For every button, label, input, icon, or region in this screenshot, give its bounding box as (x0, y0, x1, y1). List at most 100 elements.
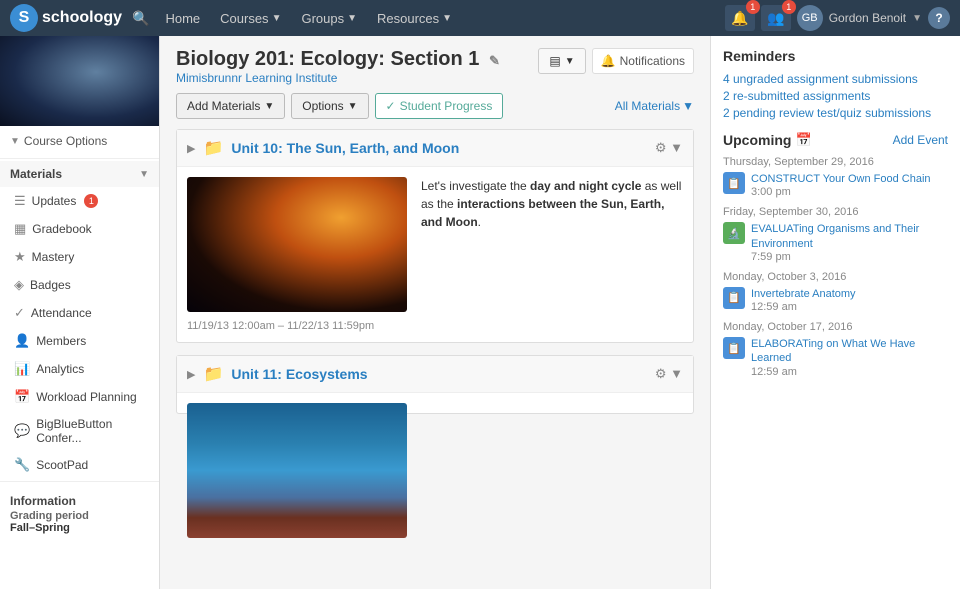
updates-badge: 1 (84, 194, 98, 208)
options-caret: ▼ (348, 101, 358, 112)
unit-10-image-visual (187, 177, 407, 312)
materials-heading[interactable]: Materials ▼ (0, 161, 159, 187)
sidebar-item-badges[interactable]: ◈ Badges (0, 271, 159, 299)
sidebar-item-bigbluebutton[interactable]: 💬 BigBlueButton Confer... (0, 411, 159, 451)
unit-11-settings-icon[interactable]: ⚙ ▼ (655, 366, 683, 382)
page-body: ▼ Course Options Materials ▼ ☰ Updates 1… (0, 36, 960, 589)
course-title-block: Biology 201: Ecology: Section 1 ✎ Mimisb… (176, 48, 500, 85)
event-item-elaborating: 📋 ELABORATing on What We Have Learned 12… (723, 337, 948, 378)
reminder-link-2[interactable]: 2 pending review test/quiz submissions (723, 106, 948, 120)
sidebar-item-analytics[interactable]: 📊 Analytics (0, 355, 159, 383)
unit-10-folder-icon: 📁 (203, 138, 223, 158)
sidebar-divider-1 (0, 158, 159, 159)
sidebar-item-label-bigblue: BigBlueButton Confer... (36, 417, 149, 445)
top-navigation: S schoology 🔍 Home Courses ▼ Groups ▼ Re… (0, 0, 960, 36)
unit-10-image (187, 177, 407, 312)
sidebar-item-gradebook[interactable]: ▦ Gradebook (0, 215, 159, 243)
add-materials-button[interactable]: Add Materials ▼ (176, 93, 285, 119)
banner-image (0, 36, 160, 126)
upcoming-title: Upcoming 📅 (723, 132, 812, 148)
add-event-link[interactable]: Add Event (893, 133, 948, 147)
sidebar-item-label-mastery: Mastery (32, 250, 75, 264)
event-date-oct3: Monday, October 3, 2016 (723, 271, 948, 283)
upcoming-header: Upcoming 📅 Add Event (723, 132, 948, 148)
sidebar-divider-2 (0, 481, 159, 482)
user-avatar[interactable]: GB (797, 5, 823, 31)
reminders-heading: Reminders (723, 48, 948, 64)
sidebar-item-label-badges: Badges (30, 278, 71, 292)
sidebar-item-label-attendance: Attendance (31, 306, 92, 320)
help-button[interactable]: ? (928, 7, 950, 29)
add-materials-caret: ▼ (264, 101, 274, 112)
unit-11-image (187, 403, 407, 538)
unit-10-title[interactable]: Unit 10: The Sun, Earth, and Moon (231, 140, 646, 156)
resources-caret: ▼ (442, 13, 452, 24)
sidebar-item-updates[interactable]: ☰ Updates 1 (0, 187, 159, 215)
sidebar-item-attendance[interactable]: ✓ Attendance (0, 299, 159, 327)
unit-10-dates: 11/19/13 12:00am – 11/22/13 11:59pm (187, 320, 683, 332)
sidebar-item-label-analytics: Analytics (36, 362, 84, 376)
event-title-evaluating[interactable]: EVALUATing Organisms and Their Environme… (751, 222, 948, 251)
nav-resources[interactable]: Resources ▼ (367, 0, 462, 36)
event-title-invertebrate[interactable]: Invertebrate Anatomy (751, 287, 948, 301)
sidebar-item-scootpad[interactable]: 🔧 ScootPad (0, 451, 159, 479)
unit-10-toggle[interactable]: ▶ (187, 142, 195, 155)
username-label: Gordon Benoit (829, 11, 906, 25)
all-materials-link[interactable]: All Materials ▼ (615, 99, 694, 113)
event-info-elaborating: ELABORATing on What We Have Learned 12:5… (751, 337, 948, 378)
unit-10-settings-icon[interactable]: ⚙ ▼ (655, 140, 683, 156)
sidebar-item-members[interactable]: 👤 Members (0, 327, 159, 355)
user-dropdown-arrow[interactable]: ▼ (912, 13, 922, 24)
course-header: Biology 201: Ecology: Section 1 ✎ Mimisb… (176, 48, 694, 85)
badges-icon: ◈ (14, 277, 24, 293)
event-item-construct: 📋 CONSTRUCT Your Own Food Chain 3:00 pm (723, 172, 948, 198)
event-title-construct[interactable]: CONSTRUCT Your Own Food Chain (751, 172, 948, 186)
event-item-invertebrate: 📋 Invertebrate Anatomy 12:59 am (723, 287, 948, 313)
highlight-interactions: interactions between the Sun, Earth, and… (421, 197, 664, 229)
view-button[interactable]: ▤ ▼ (538, 48, 585, 74)
nav-notification-bell2[interactable]: 👥 1 (761, 5, 791, 31)
course-options-label: Course Options (24, 134, 107, 148)
unit-11-image-visual (187, 403, 407, 538)
notifications-button[interactable]: 🔔 Notifications (592, 48, 694, 74)
sidebar-item-mastery[interactable]: ★ Mastery (0, 243, 159, 271)
unit-11-title[interactable]: Unit 11: Ecosystems (231, 366, 646, 382)
event-icon-evaluating: 🔬 (723, 222, 745, 244)
logo[interactable]: S schoology (10, 4, 122, 32)
logo-s-icon: S (10, 4, 38, 32)
courses-caret: ▼ (272, 13, 282, 24)
sidebar-item-label-scootpad: ScootPad (36, 458, 88, 472)
search-icon[interactable]: 🔍 (132, 10, 149, 27)
nav-groups[interactable]: Groups ▼ (291, 0, 367, 36)
unit-10-header: ▶ 📁 Unit 10: The Sun, Earth, and Moon ⚙ … (177, 130, 693, 167)
gradebook-icon: ▦ (14, 221, 26, 237)
student-progress-button[interactable]: ✓ Student Progress (375, 93, 504, 119)
course-institute-link[interactable]: Mimisbrunnr Learning Institute (176, 71, 500, 85)
notification-badge-1: 1 (746, 0, 760, 14)
unit-section-11: ▶ 📁 Unit 11: Ecosystems ⚙ ▼ (176, 355, 694, 414)
nav-notification-bell1[interactable]: 🔔 1 (725, 5, 755, 31)
event-title-elaborating[interactable]: ELABORATing on What We Have Learned (751, 337, 948, 366)
all-materials-caret: ▼ (682, 99, 694, 113)
sidebar-item-workload-planning[interactable]: 📅 Workload Planning (0, 383, 159, 411)
reminder-link-1[interactable]: 2 re-submitted assignments (723, 89, 948, 103)
unit-11-toggle[interactable]: ▶ (187, 368, 195, 381)
nav-right-actions: 🔔 1 👥 1 GB Gordon Benoit ▼ ? (725, 5, 950, 31)
notification-badge-2: 1 (782, 0, 796, 14)
calendar-icon[interactable]: 📅 (795, 132, 811, 148)
sidebar-information-section: Information Grading period Fall–Spring (0, 484, 159, 538)
materials-caret: ▼ (139, 169, 149, 180)
nav-courses[interactable]: Courses ▼ (210, 0, 291, 36)
highlight-day-night: day and night cycle (530, 179, 641, 193)
course-options-arrow: ▼ (10, 136, 20, 147)
reminder-link-0[interactable]: 4 ungraded assignment submissions (723, 72, 948, 86)
nav-home[interactable]: Home (155, 0, 210, 36)
edit-course-title-icon[interactable]: ✎ (489, 53, 500, 68)
options-button[interactable]: Options ▼ (291, 93, 368, 119)
course-options-toggle[interactable]: ▼ Course Options (0, 126, 159, 156)
view-toggle[interactable]: ▤ ▼ (538, 48, 585, 74)
event-info-construct: CONSTRUCT Your Own Food Chain 3:00 pm (751, 172, 948, 198)
event-time-invertebrate: 12:59 am (751, 301, 948, 313)
sidebar-item-label-workload: Workload Planning (36, 390, 137, 404)
mastery-icon: ★ (14, 249, 26, 265)
